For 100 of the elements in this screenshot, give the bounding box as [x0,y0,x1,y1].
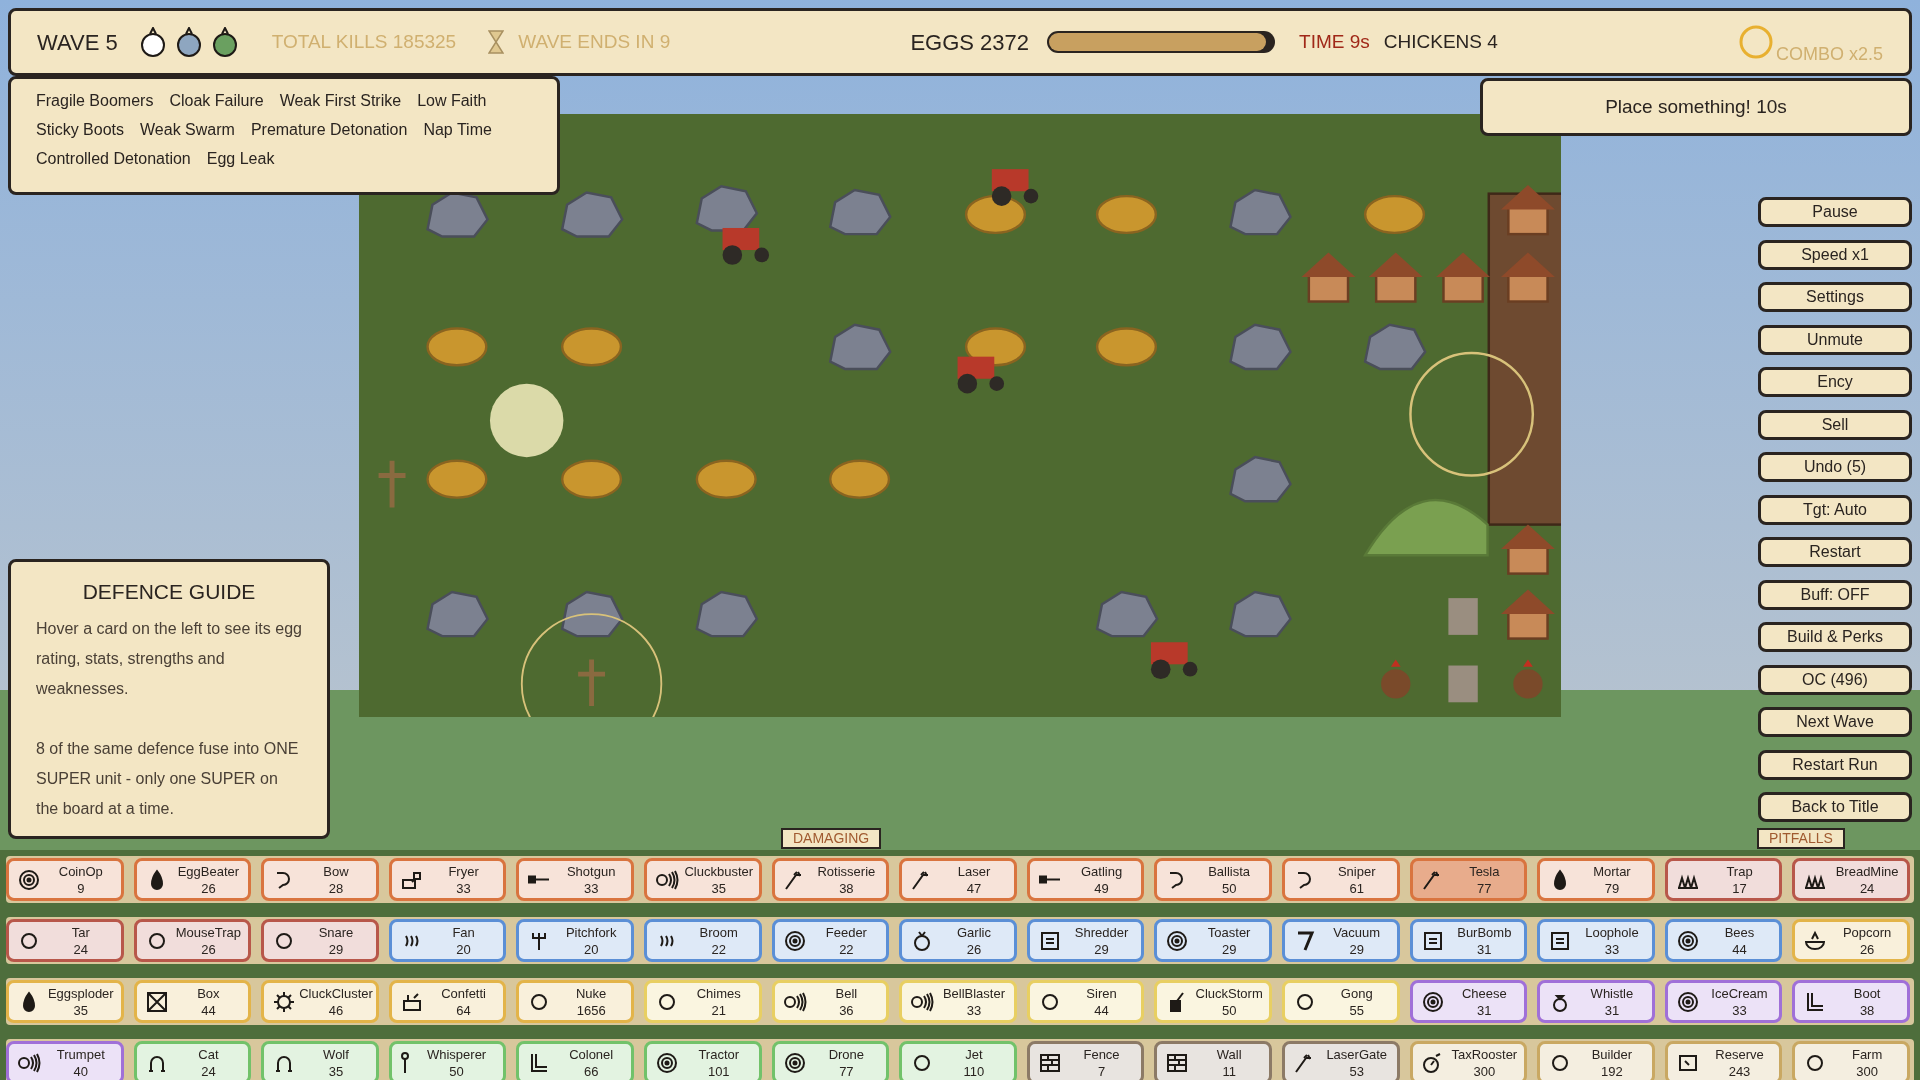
defence-card[interactable]: IceCream 33 [1664,980,1783,1023]
chickens-count: CHICKENS 4 [1383,29,1498,54]
menu-button[interactable]: Restart [1758,537,1912,567]
defence-card[interactable]: Shredder 29 [1026,919,1145,962]
defence-card[interactable]: CoinOp 9 [6,858,124,901]
menu-button[interactable]: Ency [1758,367,1912,397]
menu-button[interactable]: Back to Title [1758,792,1912,822]
defence-card[interactable]: Feeder 22 [771,919,890,962]
defence-card[interactable]: Nuke 1656 [516,980,634,1023]
defence-card[interactable]: Laser 47 [899,858,1017,901]
rock [1095,590,1159,638]
menu-button[interactable]: Tgt: Auto [1758,494,1912,525]
defence-card[interactable]: BreadMine 24 [1792,858,1910,901]
defence-card[interactable]: Bow 28 [261,858,379,901]
defence-card[interactable]: Gatling 49 [1026,858,1145,901]
menu-button[interactable]: Next Wave [1758,707,1912,737]
defence-card[interactable]: Ballista 50 [1154,858,1272,901]
menu-button[interactable]: OC (496) [1758,664,1912,695]
defence-card[interactable]: Bees 44 [1664,919,1783,962]
ring-icon [1737,24,1774,60]
defence-card[interactable]: Bell 36 [771,980,890,1023]
defence-card[interactable]: LaserGate 53 [1281,1041,1400,1080]
card-cost: 29 [1349,940,1364,958]
defence-card[interactable]: Vacuum 29 [1281,919,1400,962]
defence-card[interactable]: Builder 192 [1537,1041,1655,1080]
defence-card[interactable]: Colonel 66 [516,1041,634,1080]
defence-card[interactable]: CluckStorm 50 [1154,980,1272,1023]
menu-button[interactable]: Unmute [1758,324,1912,355]
defence-card[interactable]: Fence 7 [1026,1041,1145,1080]
defence-card[interactable]: Mortar 79 [1537,858,1655,901]
defence-card[interactable]: Wall 11 [1154,1041,1272,1080]
defence-card[interactable]: Popcorn 26 [1792,919,1910,962]
defence-card[interactable]: Toaster 29 [1154,919,1272,962]
defence-card[interactable]: Rotisserie 38 [771,858,890,901]
defence-card[interactable]: Pitchfork 20 [516,919,634,962]
defence-card[interactable]: Gong 55 [1281,980,1400,1023]
defence-card[interactable]: EggBeater 26 [133,858,252,901]
defence-card[interactable]: BellBlaster 33 [899,980,1017,1023]
rock [1229,590,1292,638]
rock [1229,188,1292,236]
defence-card[interactable]: Fryer 33 [388,858,507,901]
menu-button[interactable]: Sell [1758,409,1912,440]
menu-button[interactable]: Settings [1758,282,1912,312]
card-cost: 33 [1604,940,1620,958]
modifier-label: Low Faith [417,91,487,111]
defence-card[interactable]: Trumpet 40 [6,1041,124,1080]
card-name: BellBlaster [942,984,1005,1002]
defence-card[interactable]: Broom 22 [643,919,762,962]
rock [560,191,624,238]
defence-card[interactable]: BurBomb 31 [1409,919,1528,962]
defence-card[interactable]: Cluckbuster 35 [643,858,762,901]
defence-card[interactable]: TaxRooster 300 [1409,1041,1528,1080]
defence-card[interactable]: Cheese 31 [1409,980,1528,1023]
defence-card[interactable]: Snare 29 [261,919,379,962]
defence-card[interactable]: Tractor 101 [643,1041,762,1080]
menu-button[interactable]: Undo (5) [1758,452,1912,482]
defence-card[interactable]: MouseTrap 26 [133,919,252,962]
defence-card[interactable]: Sniper 61 [1281,858,1400,901]
defence-card[interactable]: Reserve 243 [1664,1041,1783,1080]
defence-card[interactable]: Boot 38 [1792,980,1910,1023]
defence-card[interactable]: Loophole 33 [1537,919,1655,962]
defence-card[interactable]: Chimes 21 [643,980,762,1023]
defence-card[interactable]: Jet 110 [899,1041,1017,1080]
defence-card[interactable]: Shotgun 33 [516,858,634,901]
tractor [991,169,1039,206]
defence-card[interactable]: Cat 24 [133,1041,252,1080]
gun-icon [527,875,552,884]
defence-card[interactable]: Tesla 77 [1409,858,1528,901]
card-name: Shotgun [566,862,616,880]
card-cost: 50 [1221,879,1237,897]
card-name: TaxRooster [1451,1045,1518,1063]
menu-button[interactable]: Speed x1 [1758,239,1912,270]
card-name: Mortar [1593,862,1631,880]
rooster [1381,659,1411,699]
menu-button[interactable]: Buff: OFF [1758,579,1912,610]
card-name: Feeder [825,923,867,941]
defence-card[interactable]: Tar 24 [6,919,124,962]
defence-card[interactable]: CluckCluster 46 [261,980,379,1023]
rooster [1513,659,1543,699]
menu-button[interactable]: Restart Run [1758,749,1912,780]
card-cost: 21 [711,1001,726,1019]
defence-card[interactable]: Whistle 31 [1537,980,1655,1023]
defence-card[interactable]: Siren 44 [1026,980,1145,1023]
card-cost: 243 [1728,1062,1751,1080]
defence-card[interactable]: Trap 17 [1664,858,1783,901]
defence-card[interactable]: Wolf 35 [261,1041,379,1080]
card-name: Farm [1851,1045,1883,1063]
defence-card[interactable]: Box 44 [133,980,252,1023]
menu-button[interactable]: Build & Perks [1758,622,1912,652]
defence-card[interactable]: Garlic 26 [899,919,1017,962]
defence-card[interactable]: Fan 20 [388,919,507,962]
defence-card[interactable]: Eggsploder 35 [6,980,124,1023]
hay-patch [560,327,623,367]
menu-button[interactable]: Pause [1758,197,1912,227]
defence-card[interactable]: Confetti 64 [388,980,507,1023]
defence-card[interactable]: Whisperer 50 [388,1041,507,1080]
card-cost: 35 [328,1062,344,1080]
defence-card[interactable]: Drone 77 [771,1041,890,1080]
target-icon [1675,928,1700,953]
defence-card[interactable]: Farm 300 [1792,1041,1910,1080]
